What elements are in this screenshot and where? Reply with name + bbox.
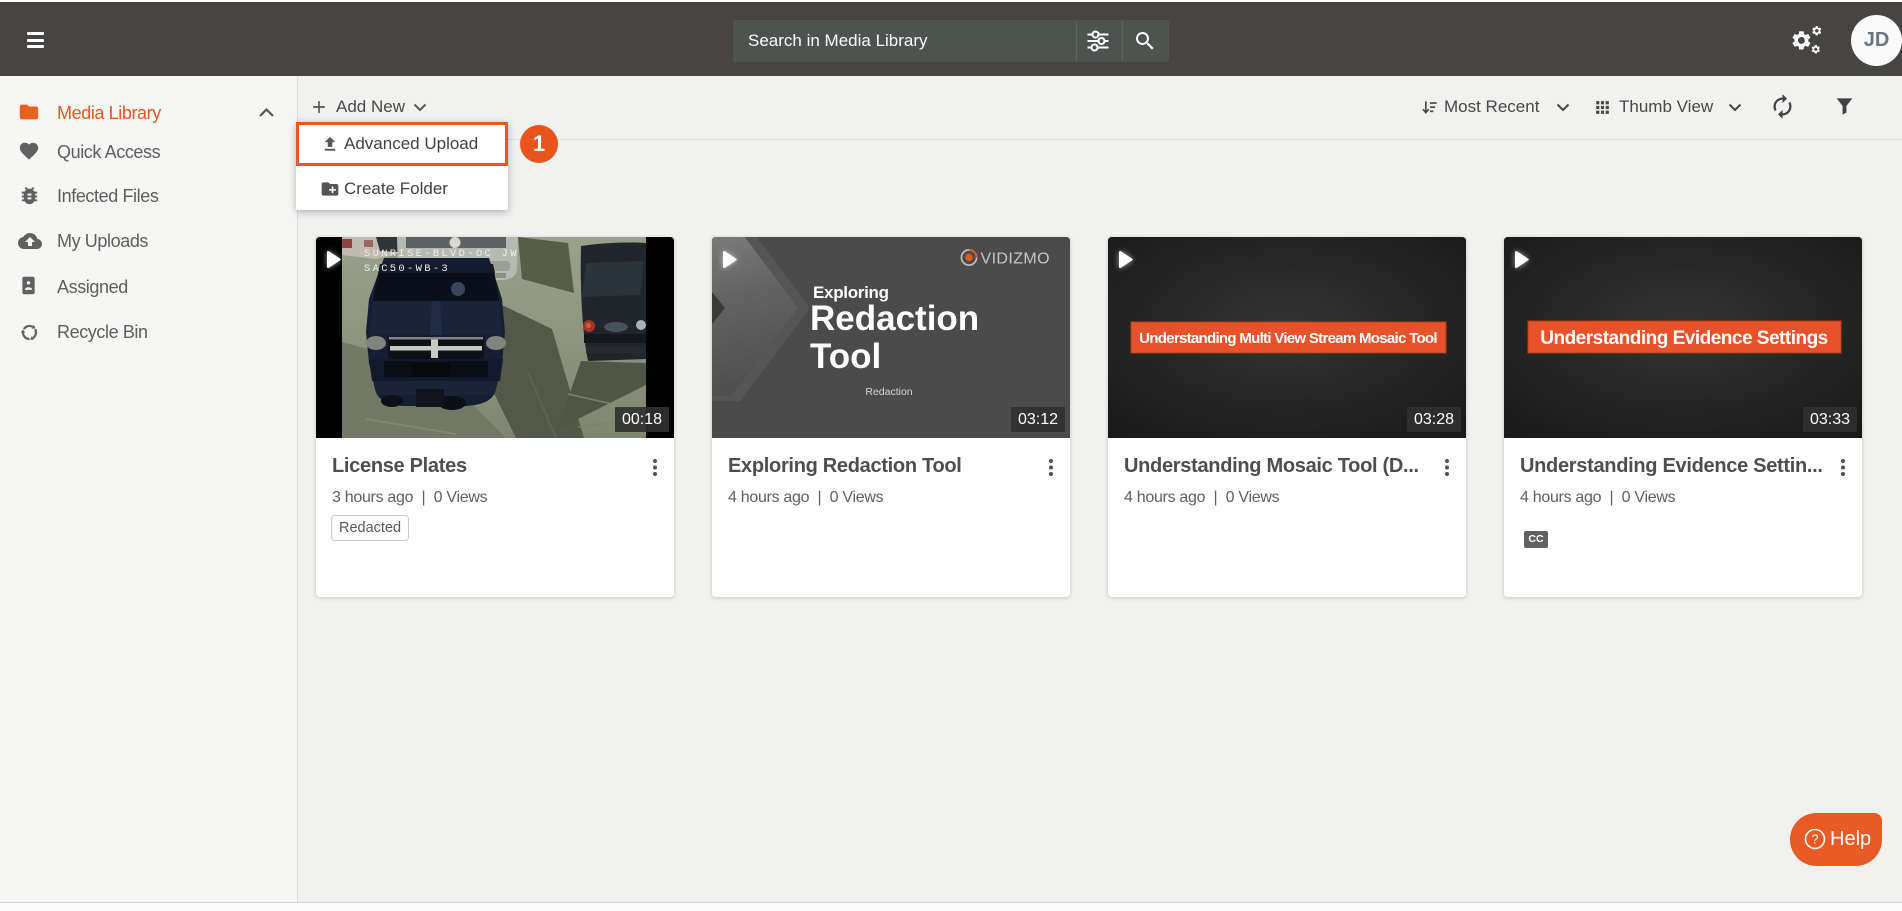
svg-text:Understanding Evidence Setting: Understanding Evidence Settings: [1540, 328, 1828, 349]
svg-text:Tool: Tool: [810, 337, 881, 376]
svg-text:SUNRISE-BLVD-OC JW: SUNRISE-BLVD-OC JW: [364, 248, 519, 260]
svg-text:?: ?: [1812, 833, 1819, 847]
svg-text:Redaction: Redaction: [865, 386, 912, 398]
svg-text:Redaction: Redaction: [810, 299, 979, 338]
svg-text:VIDIZMO: VIDIZMO: [981, 251, 1050, 268]
svg-text:Understanding Multi View Strea: Understanding Multi View Stream Mosaic T…: [1139, 330, 1437, 347]
svg-text:SAC50-WB-3: SAC50-WB-3: [364, 263, 450, 275]
